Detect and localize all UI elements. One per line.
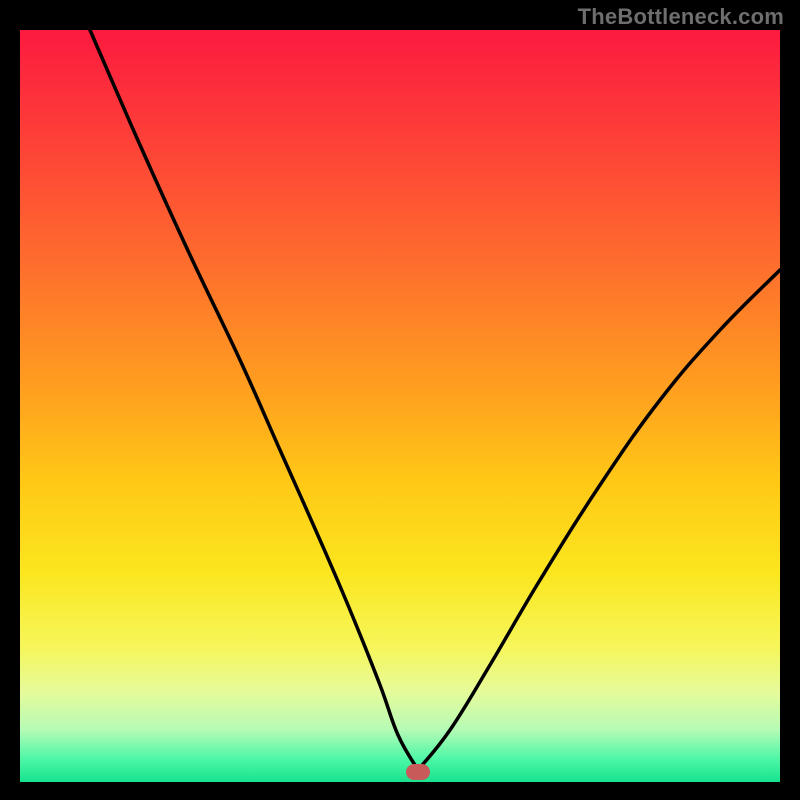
watermark-text: TheBottleneck.com	[578, 4, 784, 30]
valley-marker-icon	[406, 764, 430, 780]
curve-path	[90, 30, 780, 770]
chart-frame: TheBottleneck.com	[0, 0, 800, 800]
bottleneck-curve	[20, 30, 780, 782]
plot-area	[20, 30, 780, 782]
